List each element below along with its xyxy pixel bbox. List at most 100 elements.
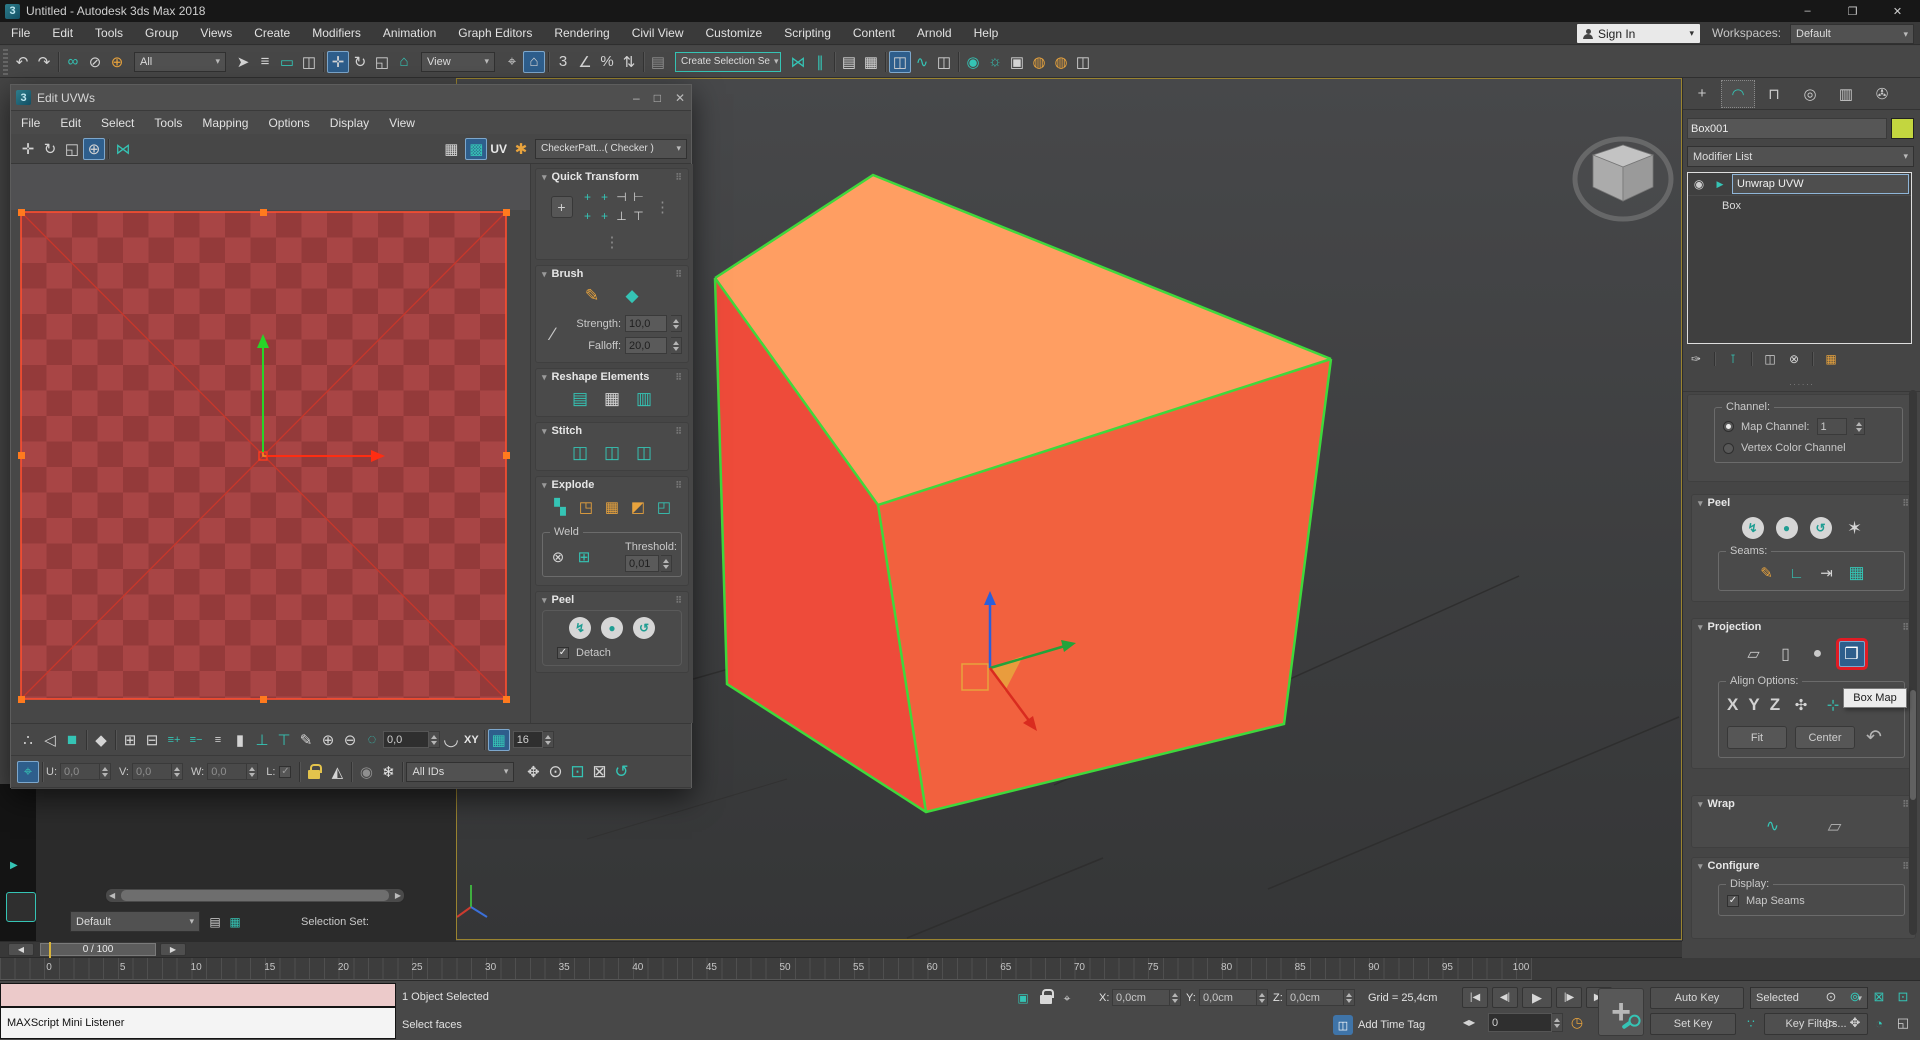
grid-snap-icon[interactable]: ▦ <box>487 728 510 751</box>
tab-utilities[interactable]: ✇ <box>1865 80 1899 108</box>
rollout-header-peel-panel[interactable]: ▾ Peel ⠿ <box>1692 495 1915 511</box>
zoom-all-icon[interactable]: ⊚ <box>1846 988 1864 1006</box>
dialog-menu-item[interactable]: Display <box>320 116 379 130</box>
rectangularize-icon[interactable]: ▥ <box>633 388 655 410</box>
distribute-t-icon[interactable]: ⊤ <box>630 207 648 225</box>
menu-item[interactable]: Help <box>963 22 1010 45</box>
freeze-icon[interactable]: ❄ <box>377 761 399 783</box>
time-slider-handle[interactable]: 0 / 100 <box>40 943 156 956</box>
dialog-maximize-button[interactable]: □ <box>654 91 661 105</box>
uv-options-gear-icon[interactable]: ✱ <box>510 138 532 160</box>
track-bar[interactable]: 0 5 10 15 20 25 30 35 40 45 50 55 60 65 70 75 80 85 90 95 10… <box>0 958 1532 980</box>
convert-edge-to-seam-icon[interactable]: ⇥ <box>1816 562 1838 584</box>
fit-button[interactable]: Fit <box>1727 726 1787 749</box>
modifier-list-dropdown[interactable]: Modifier List ▾ <box>1687 146 1914 167</box>
modifier-base-object[interactable]: Box <box>1688 195 1911 216</box>
maxscript-mini-listener[interactable]: MAXScript Mini Listener <box>0 1007 396 1039</box>
rotate-tool-icon[interactable]: ↻ <box>349 51 371 73</box>
undo-icon[interactable]: ↶ <box>11 51 33 73</box>
scroll-left-icon[interactable]: ◀ <box>106 891 118 900</box>
align-right-icon[interactable]: + <box>596 188 614 206</box>
weld-selected-icon[interactable]: ⊞ <box>573 546 595 568</box>
align-bottom-icon[interactable]: ⊥ <box>251 729 273 751</box>
rollout-header-configure[interactable]: ▾ Configure ⠿ <box>1692 858 1915 874</box>
rollout-header-reshape[interactable]: ▾ Reshape Elements ⠿ <box>536 369 688 385</box>
menu-item[interactable]: Edit <box>41 22 84 45</box>
select-object-icon[interactable]: ➤ <box>232 51 254 73</box>
dialog-menu-item[interactable]: Edit <box>50 116 91 130</box>
workspace-dropdown[interactable]: Default ▾ <box>1790 24 1914 44</box>
select-and-manipulate-icon[interactable]: ⌂ <box>523 50 545 73</box>
soft-selection-field[interactable]: 0,0 <box>383 731 429 748</box>
map-channel-field[interactable]: 1 <box>1816 418 1847 435</box>
align-x-button[interactable]: X <box>1727 695 1738 715</box>
open-in-viewport-icon[interactable]: ◫ <box>1072 51 1094 73</box>
menu-item[interactable]: Views <box>189 22 243 45</box>
menu-item[interactable]: Animation <box>372 22 447 45</box>
align-v-icon[interactable]: ⊢ <box>630 188 648 206</box>
macro-recorder-field[interactable] <box>0 983 396 1007</box>
pan-view-icon[interactable]: ✥ <box>1846 1014 1864 1032</box>
align-to-normal-icon[interactable]: ✣ <box>1790 694 1812 716</box>
align-left-icon[interactable]: + <box>579 188 597 206</box>
uv-move-icon[interactable]: ✛ <box>17 138 39 160</box>
tab-motion[interactable]: ◎ <box>1793 80 1827 108</box>
stitch-source-icon[interactable]: ◫ <box>633 442 655 464</box>
menu-item[interactable]: Civil View <box>621 22 695 45</box>
reference-coordinate-dropdown[interactable]: View ▾ <box>421 51 495 72</box>
field-of-view-icon[interactable]: ▷ <box>1822 1014 1840 1032</box>
selection-set-dropdown[interactable]: Default ▾ <box>70 911 200 932</box>
detach-checkbox[interactable]: ✓ <box>557 647 569 659</box>
tab-modify[interactable]: ◠ <box>1721 79 1755 108</box>
dialog-minimize-button[interactable]: – <box>633 91 640 105</box>
planar-map-icon[interactable]: ▱ <box>1743 643 1765 665</box>
soft-selection-icon[interactable]: ∴ <box>17 729 39 751</box>
zoom-extents-selected-icon[interactable]: ⊠ <box>1870 988 1888 1006</box>
zoom-viewport-icon[interactable]: ⊙ <box>1822 988 1840 1006</box>
menu-item[interactable]: Tools <box>84 22 134 45</box>
x-coordinate-field[interactable]: 0,0cm <box>1112 989 1170 1006</box>
paint-subtract-icon[interactable]: ⊖ <box>339 729 361 751</box>
menu-item[interactable]: Rendering <box>543 22 620 45</box>
toolbar-grip[interactable] <box>3 48 8 75</box>
menu-item[interactable]: Customize <box>695 22 774 45</box>
soft-selection-spinner[interactable] <box>429 731 440 748</box>
show-pattern-icon[interactable]: ▦ <box>440 138 462 160</box>
pelt-map-icon[interactable]: ✶ <box>1844 517 1866 539</box>
frame-spinner[interactable] <box>1552 1013 1563 1032</box>
explode-elements-icon[interactable]: ◰ <box>653 496 675 518</box>
paint-select-icon[interactable]: ✎ <box>295 729 317 751</box>
make-unique-icon[interactable]: ◫ <box>1761 350 1779 368</box>
unfold-strip-icon[interactable]: ▱ <box>1824 815 1846 837</box>
cylindrical-map-icon[interactable]: ▯ <box>1775 643 1797 665</box>
mini-tool-button[interactable] <box>6 892 36 922</box>
percent-snap-icon[interactable]: % <box>596 51 618 73</box>
rollout-header-projection[interactable]: ▾ Projection ⠿ <box>1692 619 1915 635</box>
center-button[interactable]: Center <box>1795 726 1855 749</box>
rollout-header-wrap[interactable]: ▾ Wrap ⠿ <box>1692 796 1915 812</box>
visibility-eye-icon[interactable]: ◉ <box>1690 175 1708 193</box>
z-spinner[interactable] <box>1344 989 1355 1006</box>
time-configuration-icon[interactable]: ◷ <box>1568 1013 1586 1031</box>
uv-freeform-icon[interactable]: ⊕ <box>83 137 105 160</box>
peel-reset-icon[interactable]: ↺ <box>633 617 655 639</box>
mirror-icon[interactable]: ⋈ <box>787 51 809 73</box>
align-top-icon[interactable]: ⊤ <box>273 729 295 751</box>
selection-lock-icon[interactable] <box>1040 989 1054 1004</box>
straighten-icon[interactable]: ▤ <box>569 388 591 410</box>
dialog-menu-item[interactable]: Tools <box>144 116 192 130</box>
uv-space-button[interactable]: UV <box>490 142 507 156</box>
align-y-button[interactable]: Y <box>1748 695 1759 715</box>
hide-icon[interactable]: ◉ <box>355 761 377 783</box>
ring-grow-icon[interactable]: ≡− <box>185 729 207 751</box>
expand-arrow-icon[interactable]: ▶ <box>10 860 18 871</box>
texture-list-dropdown[interactable]: CheckerPatt...( Checker ) ▾ <box>535 138 687 159</box>
box-map-icon[interactable]: ❒ <box>1838 641 1865 667</box>
relax-elements-icon[interactable]: ▦ <box>601 388 623 410</box>
dialog-menu-item[interactable]: View <box>379 116 425 130</box>
align-to-view-icon[interactable]: ⊹ <box>1822 694 1844 716</box>
stack-a-icon[interactable]: ▤ <box>206 913 224 931</box>
align-bar-icon[interactable]: ▮ <box>229 729 251 751</box>
distribute-b-icon[interactable]: ⊥ <box>613 207 631 225</box>
next-frame-button[interactable]: ▶ <box>160 943 186 956</box>
